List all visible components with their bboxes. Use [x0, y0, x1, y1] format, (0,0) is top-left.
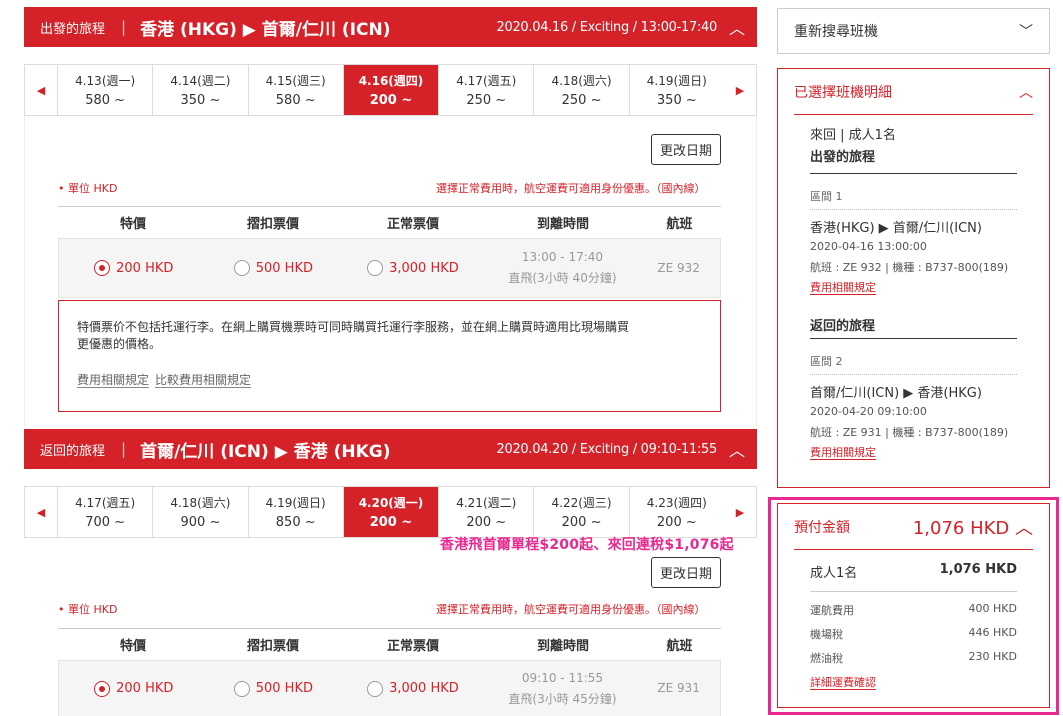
fare-option-special[interactable]: 200 HKD	[59, 260, 209, 276]
selected-title: 已選擇班機明細	[794, 84, 892, 101]
fare-option-special[interactable]: 200 HKD	[59, 680, 209, 697]
selected-flights-panel: 已選擇班機明細 ︿ 來回 | 成人1名 出發的旅程 區間 1 香港(HKG) ▶…	[777, 68, 1050, 488]
research-panel[interactable]: 重新搜尋班機 ﹀	[777, 8, 1050, 54]
date-cell[interactable]: 4.18(週六) 900 ~	[152, 487, 247, 537]
date-cell[interactable]: 4.17(週五) 250 ~	[438, 65, 533, 115]
radio-icon[interactable]	[367, 680, 384, 697]
outbound-date-strip: ◀ 4.13(週一) 580 ~ 4.14(週二) 350 ~ 4.15(週三) 58…	[24, 64, 757, 116]
fare-option-discount[interactable]: 500 HKD	[209, 260, 339, 276]
date-cell[interactable]: 4.19(週日) 850 ~	[247, 487, 343, 537]
compare-fare-rules-link[interactable]: 比較費用相關規定	[155, 373, 252, 388]
outbound-info: 2020.04.16 / Exciting / 13:00-17:40	[496, 19, 718, 35]
fare-option-normal[interactable]: 3,000 HKD	[338, 680, 488, 697]
flight-number: ZE 931	[657, 681, 700, 695]
date-cell-selected[interactable]: 4.16(週四) 200 ~	[342, 65, 439, 115]
date-cell-selected[interactable]: 4.20(週一) 200 ~	[342, 487, 439, 537]
fare-note: 選擇正常費用時，航空運費可適用身份優惠。（國內線）	[436, 182, 706, 195]
fare-option-discount[interactable]: 500 HKD	[209, 680, 339, 697]
radio-selected-icon[interactable]	[94, 680, 111, 697]
change-date-button[interactable]: 更改日期	[650, 134, 721, 165]
date-cell[interactable]: 4.17(週五) 700 ~	[57, 487, 152, 537]
date-cell[interactable]: 4.22(週三) 200 ~	[533, 487, 628, 537]
chevron-up-icon[interactable]: ︿	[717, 437, 757, 461]
inbound-route: 首爾/仁川 (ICN) ▶ 香港 (HKG)	[140, 441, 391, 462]
promo-overlay: 香港飛首爾單程$200起、來回連稅$1,076起	[440, 537, 734, 553]
radio-selected-icon[interactable]	[94, 260, 111, 276]
highlight-box	[768, 497, 1059, 715]
next-arrow-icon[interactable]: ▶	[724, 65, 756, 115]
inbound-label: 返回的旅程	[40, 443, 106, 459]
unit-label: • 單位 HKD	[58, 603, 118, 616]
fare-option-normal[interactable]: 3,000 HKD	[338, 260, 488, 276]
date-cell[interactable]: 4.18(週六) 250 ~	[533, 65, 628, 115]
fare-note: 選擇正常費用時，航空運費可適用身份優惠。（國內線）	[436, 603, 706, 616]
fare-row: 200 HKD 500 HKD 3,000 HKD 13:00 - 17:40 直…	[58, 238, 721, 298]
inbound-info: 2020.04.20 / Exciting / 09:10-11:55	[496, 441, 718, 457]
next-arrow-icon[interactable]: ▶	[724, 487, 756, 537]
chevron-down-icon[interactable]: ﹀	[1019, 21, 1033, 41]
date-cell[interactable]: 4.19(週日) 350 ~	[628, 65, 724, 115]
radio-icon[interactable]	[233, 260, 250, 276]
research-label: 重新搜尋班機	[794, 24, 878, 40]
fare-notice: 特價票价不包括托運行李。在網上購買機票時可同時購買托運行李服務，並在網上購買時適…	[58, 300, 721, 412]
outbound-route: 香港 (HKG) ▶ 首爾/仁川 (ICN)	[140, 19, 391, 40]
radio-icon[interactable]	[233, 680, 250, 697]
date-cell[interactable]: 4.23(週四) 200 ~	[628, 487, 724, 537]
fare-rules-link[interactable]: 費用相關規定	[77, 373, 150, 388]
prev-arrow-icon[interactable]: ◀	[25, 65, 57, 115]
date-cell[interactable]: 4.21(週二) 200 ~	[438, 487, 533, 537]
inbound-date-strip: ◀ 4.17(週五) 700 ~ 4.18(週六) 900 ~ 4.19(週日) 85…	[24, 486, 757, 538]
radio-icon[interactable]	[367, 260, 384, 276]
fare-rules-link[interactable]: 費用相關規定	[810, 281, 876, 295]
chevron-up-icon[interactable]: ︿	[717, 15, 757, 39]
date-cell[interactable]: 4.13(週一) 580 ~	[57, 65, 152, 115]
fare-table-header: 特價 摺扣票價 正常票價 到離時間 航班	[58, 628, 721, 660]
outbound-header[interactable]: 出發的旅程 | 香港 (HKG) ▶ 首爾/仁川 (ICN) 2020.04.1…	[24, 7, 757, 47]
unit-label: • 單位 HKD	[58, 182, 118, 195]
date-cell[interactable]: 4.14(週二) 350 ~	[152, 65, 247, 115]
flight-number: ZE 932	[657, 260, 700, 275]
fare-table-header: 特價 摺扣票價 正常票價 到離時間 航班	[58, 206, 721, 238]
chevron-up-icon[interactable]: ︿	[1019, 82, 1033, 102]
change-date-button[interactable]: 更改日期	[650, 557, 721, 588]
fare-row: 200 HKD 500 HKD 3,000 HKD 09:10 - 11:55 直…	[58, 660, 721, 716]
date-cell[interactable]: 4.15(週三) 580 ~	[247, 65, 343, 115]
inbound-header[interactable]: 返回的旅程 | 首爾/仁川 (ICN) ▶ 香港 (HKG) 2020.04.2…	[24, 429, 757, 469]
outbound-label: 出發的旅程	[40, 21, 106, 37]
fare-rules-link[interactable]: 費用相關規定	[810, 446, 876, 460]
prev-arrow-icon[interactable]: ◀	[25, 487, 57, 537]
